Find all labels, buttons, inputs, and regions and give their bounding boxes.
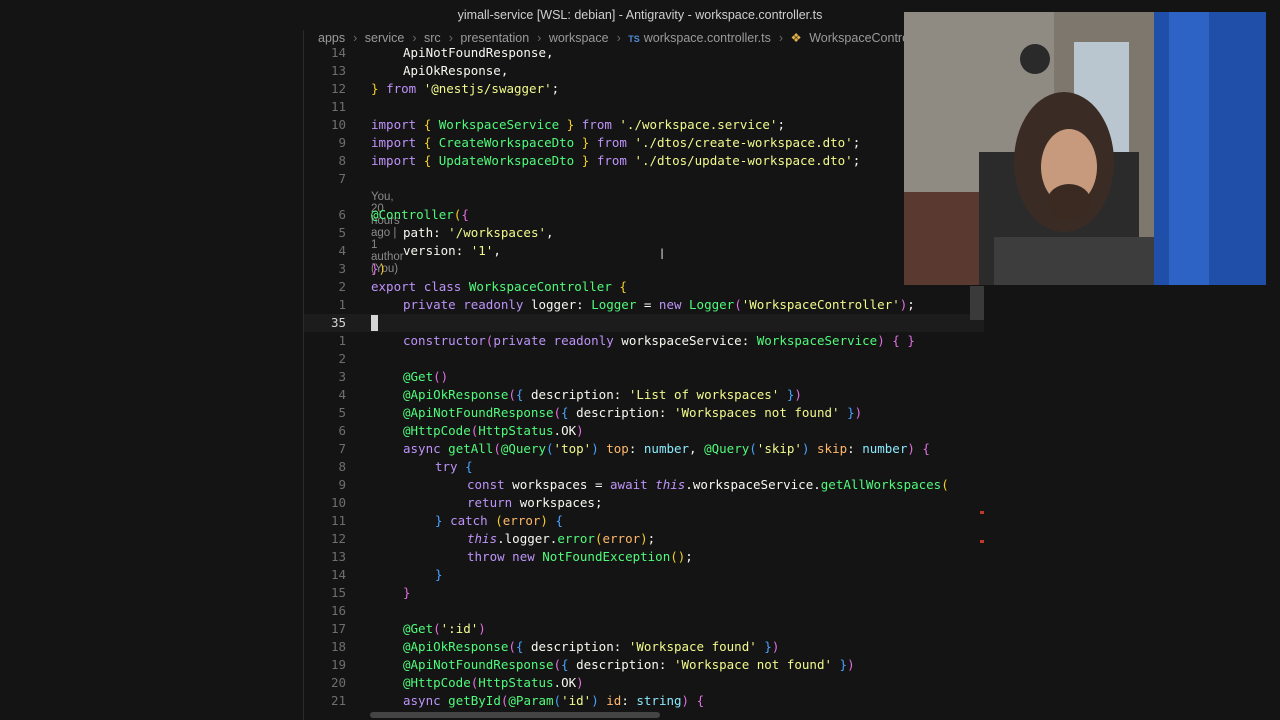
code-line[interactable]: 9 const workspaces = await this.workspace…	[304, 476, 984, 494]
code-line[interactable]: 17 @Get(':id')	[304, 620, 984, 638]
line-number: 3	[338, 261, 346, 276]
code-line[interactable]: 7	[304, 170, 984, 188]
code-line[interactable]: 11	[304, 98, 984, 116]
code-line[interactable]: 10 import { WorkspaceService } from './wo…	[304, 116, 984, 134]
code-line[interactable]: 19 @ApiNotFoundResponse({ description: 'W…	[304, 656, 984, 674]
code-line[interactable]: 6 @HttpCode(HttpStatus.OK)	[304, 422, 984, 440]
line-number: 17	[330, 621, 346, 636]
mouse-ibeam-cursor: I	[660, 247, 665, 263]
class-symbol-icon: ❖	[790, 31, 802, 45]
code-line[interactable]: 5 @ApiNotFoundResponse({ description: 'Wo…	[304, 404, 984, 422]
chevron-right-icon: ›	[616, 31, 621, 45]
code-line[interactable]: 11} catch (error) {	[304, 512, 984, 530]
line-number: 7	[338, 441, 346, 456]
chevron-right-icon: ›	[778, 31, 784, 45]
code-line[interactable]: 3 @Get()	[304, 368, 984, 386]
line-number: 18	[330, 639, 346, 654]
line-number: 4	[338, 387, 346, 402]
line-number: 13	[330, 549, 346, 564]
line-number: 2	[338, 351, 346, 366]
breadcrumb-item[interactable]: service	[365, 31, 405, 45]
line-number: 13	[330, 63, 346, 78]
line-number: 10	[330, 495, 346, 510]
code-line[interactable]: 1 private readonly logger: Logger = new L…	[304, 296, 984, 314]
code-line[interactable]: 4 @ApiOkResponse({ description: 'List of …	[304, 386, 984, 404]
line-number: 14	[330, 567, 346, 582]
chevron-right-icon: ›	[353, 31, 358, 45]
line-number: 11	[330, 513, 346, 528]
breadcrumb-item[interactable]: presentation	[460, 31, 529, 45]
webcam-image	[904, 12, 1266, 285]
line-number: 14	[330, 45, 346, 60]
line-number: 10	[330, 117, 346, 132]
code-line[interactable]: 10 return workspaces;	[304, 494, 984, 512]
line-number: 6	[338, 423, 346, 438]
code-line[interactable]: 2 export class WorkspaceController {	[304, 278, 984, 296]
line-number: 4	[338, 243, 346, 258]
line-number: 9	[338, 135, 346, 150]
breadcrumb-item[interactable]: workspace	[549, 31, 609, 45]
line-number: 3	[338, 369, 346, 384]
line-number: 12	[330, 531, 346, 546]
line-number: 8	[338, 459, 346, 474]
code-line[interactable]: 1 constructor(private readonly workspaceS…	[304, 332, 984, 350]
webcam-overlay	[904, 12, 1266, 285]
line-number: 8	[338, 153, 346, 168]
code-line[interactable]: 5 path: '/workspaces',	[304, 224, 984, 242]
code-line[interactable]: 21 async getById(@Param('id') id: string)…	[304, 692, 984, 710]
breadcrumb-item[interactable]: src	[424, 31, 441, 45]
code-line[interactable]: 4 version: '1',	[304, 242, 984, 260]
code-line[interactable]: 20 @HttpCode(HttpStatus.OK)	[304, 674, 984, 692]
code-line[interactable]: 14 ApiNotFoundResponse,	[304, 44, 984, 62]
horizontal-scrollbar[interactable]	[370, 712, 660, 718]
code-line[interactable]: 3})	[304, 260, 984, 278]
chevron-right-icon: ›	[412, 31, 417, 45]
code-line[interactable]: 8 try {	[304, 458, 984, 476]
code-line[interactable]: 16	[304, 602, 984, 620]
code-line[interactable]: 8 import { UpdateWorkspaceDto } from './d…	[304, 152, 984, 170]
chevron-right-icon: ›	[448, 31, 453, 45]
code-editor[interactable]: apps › service › src › presentation › worksp…	[304, 30, 984, 720]
line-number: 7	[338, 171, 346, 186]
line-number: 5	[338, 225, 346, 240]
code-line[interactable]: 12 this.logger.error(error);	[304, 530, 984, 548]
chevron-right-icon: ›	[537, 31, 542, 45]
code-line-active[interactable]: 35	[304, 314, 984, 332]
line-number: 16	[330, 603, 346, 618]
line-number: 1	[338, 297, 346, 312]
code-line[interactable]: 9 import { CreateWorkspaceDto } from './d…	[304, 134, 984, 152]
line-number: 35	[330, 315, 346, 330]
code-line[interactable]: 15}	[304, 584, 984, 602]
code-line[interactable]: 12} from '@nestjs/swagger';	[304, 80, 984, 98]
breadcrumb-item[interactable]: apps	[318, 31, 345, 45]
line-number: 15	[330, 585, 346, 600]
line-number: 9	[338, 477, 346, 492]
line-number: 5	[338, 405, 346, 420]
code-line[interactable]: 6 @Controller({	[304, 206, 984, 224]
code-line[interactable]: 13 ApiOkResponse,	[304, 62, 984, 80]
side-panel	[0, 30, 304, 720]
text-cursor	[371, 315, 378, 331]
scrollbar-thumb[interactable]	[970, 286, 984, 320]
code-line[interactable]: 7 async getAll(@Query('top') top: number,…	[304, 440, 984, 458]
line-number: 12	[330, 81, 346, 96]
line-number: 11	[330, 99, 346, 114]
line-number: 19	[330, 657, 346, 672]
line-number: 2	[338, 279, 346, 294]
line-number: 20	[330, 675, 346, 690]
line-number: 1	[338, 333, 346, 348]
code-line[interactable]: 13 throw new NotFoundException();	[304, 548, 984, 566]
line-number: 21	[330, 693, 346, 708]
breadcrumb-item[interactable]: workspace.controller.ts	[644, 31, 771, 45]
code-line[interactable]: 18 @ApiOkResponse({ description: 'Workspa…	[304, 638, 984, 656]
code-line[interactable]: 2	[304, 350, 984, 368]
code-line[interactable]: 14}	[304, 566, 984, 584]
typescript-file-icon: TS	[628, 34, 640, 44]
line-number: 6	[338, 207, 346, 222]
